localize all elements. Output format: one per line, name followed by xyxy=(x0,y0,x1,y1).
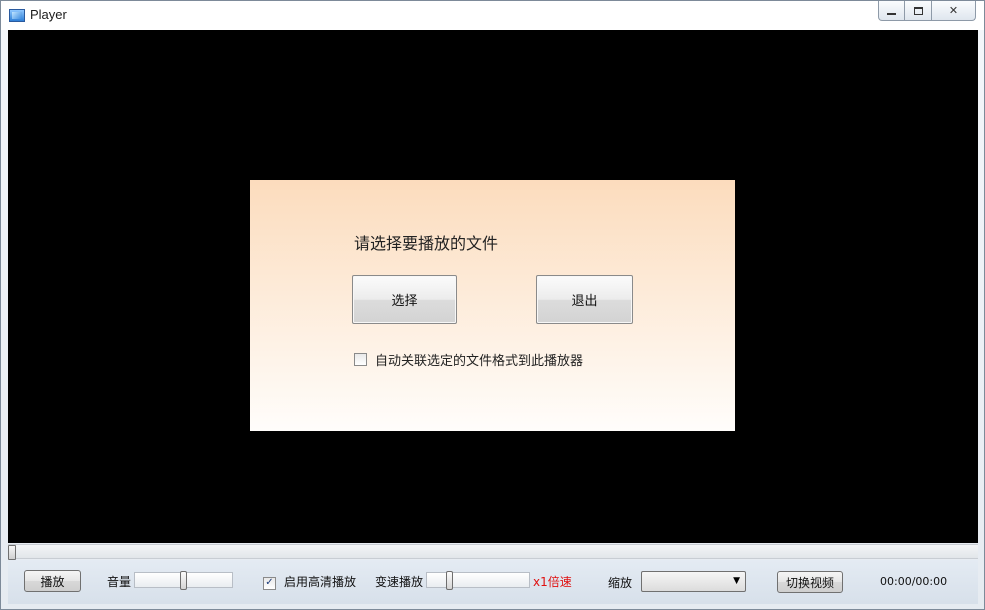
zoom-label: 缩放 xyxy=(608,576,633,590)
dialog-prompt: 请选择要播放的文件 xyxy=(354,234,499,253)
associate-format-option[interactable]: 自动关联选定的文件格式到此播放器 xyxy=(354,350,583,369)
play-button[interactable]: 播放 xyxy=(24,570,81,592)
player-window: Player ✕ 请选择要播放的文件 选择 退出 自动关联选定的文件格式到此播放… xyxy=(0,0,985,610)
dropdown-arrow-icon: ▼ xyxy=(733,576,740,586)
caption-buttons: ✕ xyxy=(878,1,976,21)
switch-video-button[interactable]: 切换视频 xyxy=(777,571,843,593)
speed-slider-thumb[interactable] xyxy=(446,571,453,590)
control-bar: 播放 音量 ✓ 启用高清播放 变速播放 x1倍速 缩放 ▼ 切换视频 00:00… xyxy=(8,560,978,604)
app-video-icon xyxy=(9,9,25,22)
associate-format-label: 自动关联选定的文件格式到此播放器 xyxy=(375,354,584,369)
minimize-icon xyxy=(887,12,896,15)
video-display[interactable]: 请选择要播放的文件 选择 退出 自动关联选定的文件格式到此播放器 xyxy=(8,30,978,543)
hd-option[interactable]: ✓ xyxy=(263,574,276,590)
speed-slider[interactable] xyxy=(426,571,530,590)
hd-label: 启用高清播放 xyxy=(284,575,357,589)
exit-button[interactable]: 退出 xyxy=(536,275,633,324)
associate-format-checkbox[interactable] xyxy=(354,353,367,366)
title-bar[interactable]: Player ✕ xyxy=(1,1,984,30)
open-file-dialog: 请选择要播放的文件 选择 退出 自动关联选定的文件格式到此播放器 xyxy=(250,180,735,431)
maximize-button[interactable] xyxy=(905,1,932,21)
seek-bar[interactable] xyxy=(8,544,978,560)
speed-label: 变速播放 xyxy=(375,575,424,589)
seek-thumb[interactable] xyxy=(8,545,16,560)
minimize-button[interactable] xyxy=(878,1,905,21)
maximize-icon xyxy=(913,6,923,15)
volume-slider[interactable] xyxy=(134,571,233,590)
close-button[interactable]: ✕ xyxy=(932,1,976,21)
window-title: Player xyxy=(30,7,67,22)
volume-label: 音量 xyxy=(107,575,132,589)
volume-slider-thumb[interactable] xyxy=(180,571,187,590)
zoom-select[interactable]: ▼ xyxy=(641,571,746,592)
hd-checkbox[interactable]: ✓ xyxy=(263,576,276,590)
close-icon: ✕ xyxy=(948,4,959,17)
time-display: 00:00/00:00 xyxy=(880,575,948,588)
speed-value: x1倍速 xyxy=(533,575,572,589)
select-file-button[interactable]: 选择 xyxy=(352,275,457,324)
